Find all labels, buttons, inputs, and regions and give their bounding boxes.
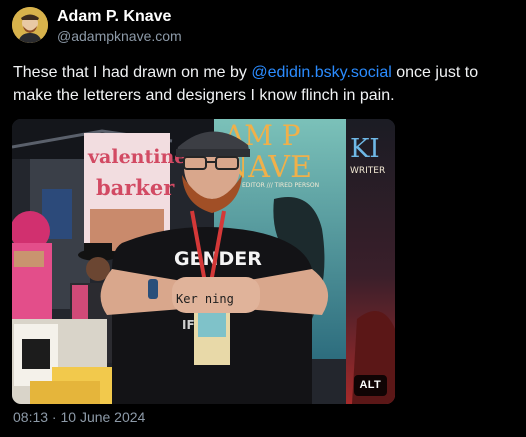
mention-link[interactable]: @edidin.bsky.social <box>251 64 391 81</box>
banner-left-line1: valentine <box>87 146 186 168</box>
post-text: These that I had drawn on me by @edidin.… <box>13 61 518 107</box>
post-timestamp[interactable]: 08:13 · 10 June 2024 <box>13 409 145 426</box>
banner-center-sub: EDITOR /// TIRED PERSON <box>242 182 319 189</box>
shirt-text-2: IF <box>182 318 195 332</box>
post-card: Adam P. Knave @adampknave.com These that… <box>0 0 526 437</box>
avatar[interactable] <box>12 7 48 43</box>
banner-right-title: KI <box>350 134 380 164</box>
banner-right-sub: WRITER <box>350 166 385 176</box>
avatar-image <box>12 7 48 43</box>
banner-left-line2: barker <box>96 175 175 200</box>
alt-text-button[interactable]: ALT <box>353 375 387 396</box>
author-display-name[interactable]: Adam P. Knave <box>57 7 171 26</box>
photo-illustration: valentine barker AM P NAVE EDITOR /// TI… <box>12 119 395 404</box>
knuckle-tattoo: Ker ning <box>176 292 234 306</box>
post-image[interactable]: valentine barker AM P NAVE EDITOR /// TI… <box>12 119 395 404</box>
post-text-before: These that I had drawn on me by <box>13 64 252 81</box>
author-handle[interactable]: @adampknave.com <box>57 28 182 45</box>
